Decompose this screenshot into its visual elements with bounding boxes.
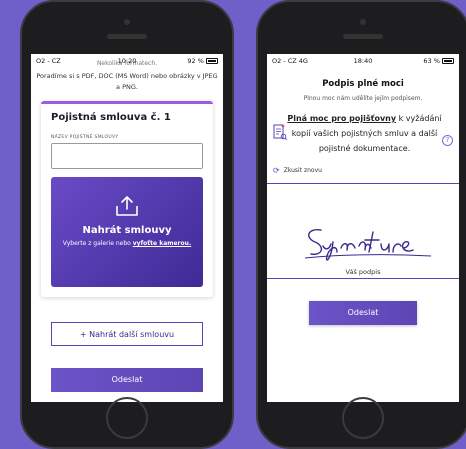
left-screen: O2 - CZ 10:20 92 % Nekolika formatech. P… <box>31 54 223 402</box>
page-subtitle: Plnou moc nám udělíte jejím podpisem. <box>303 95 423 102</box>
battery-icon <box>442 57 454 64</box>
signature-pad[interactable]: Váš podpis <box>267 183 459 279</box>
retry-button[interactable]: ⟳ Zkusit znovu <box>267 166 459 175</box>
front-camera <box>360 19 366 25</box>
upload-dropzone[interactable]: Nahrát smlouvy Vyberte z galerie nebo vy… <box>51 177 203 287</box>
carrier-label: O2 - CZ 4G <box>272 56 308 65</box>
submit-button[interactable]: Odeslat <box>51 368 203 392</box>
upload-subtext: Vyberte z galerie nebo vyfoťte kamerou. <box>62 240 192 247</box>
status-bar: O2 - CZ 10:20 92 % <box>31 54 223 67</box>
home-button[interactable] <box>342 397 384 439</box>
home-button[interactable] <box>106 397 148 439</box>
signature-caption: Váš podpis <box>345 268 381 276</box>
power-of-attorney-link[interactable]: Plná moc pro pojišťovny <box>287 114 396 123</box>
camera-link[interactable]: vyfoťte kamerou. <box>133 240 191 247</box>
earpiece-speaker <box>107 34 147 39</box>
battery-indicator: 92 % <box>187 57 218 65</box>
send-button[interactable]: Odeslat <box>309 301 417 325</box>
left-phone: O2 - CZ 10:20 92 % Nekolika formatech. P… <box>20 0 234 449</box>
add-another-contract-button[interactable]: + Nahrát další smlouvu <box>51 322 203 346</box>
card-title: Pojistná smlouva č. 1 <box>51 112 171 123</box>
retry-label: Zkusit znovu <box>283 167 322 174</box>
document-edit-icon <box>273 124 287 141</box>
contract-card: Pojistná smlouva č. 1 NÁZEV POJISTNÉ SML… <box>41 101 213 297</box>
power-of-attorney-text: Plná moc pro pojišťovny k vyžádání kopií… <box>287 114 442 153</box>
battery-icon <box>206 57 218 64</box>
power-of-attorney-row: Plná moc pro pojišťovny k vyžádání kopií… <box>267 111 459 156</box>
contract-name-input[interactable] <box>51 143 203 169</box>
clock: 10:20 <box>117 56 137 65</box>
refresh-icon: ⟳ <box>273 166 280 175</box>
page-title: Podpis plné moci <box>322 79 404 89</box>
right-screen: O2 - CZ 4G 18:40 63 % Podpis plné moci P… <box>267 54 459 402</box>
upload-title: Nahrát smlouvy <box>82 225 172 236</box>
battery-indicator: 63 % <box>423 57 454 65</box>
contract-name-label: NÁZEV POJISTNÉ SMLOUVY <box>51 135 119 140</box>
status-bar: O2 - CZ 4G 18:40 63 % <box>267 54 459 67</box>
earpiece-speaker <box>343 34 383 39</box>
upload-tray-icon <box>116 196 138 216</box>
carrier-label: O2 - CZ <box>36 56 61 65</box>
clock: 18:40 <box>353 56 373 65</box>
right-phone: O2 - CZ 4G 18:40 63 % Podpis plné moci P… <box>256 0 466 449</box>
signature-stroke <box>304 229 432 261</box>
question-circle-icon[interactable]: ? <box>442 135 453 146</box>
intro-text: Poradíme si s PDF, DOC (MS Word) nebo ob… <box>36 72 218 91</box>
front-camera <box>124 19 130 25</box>
